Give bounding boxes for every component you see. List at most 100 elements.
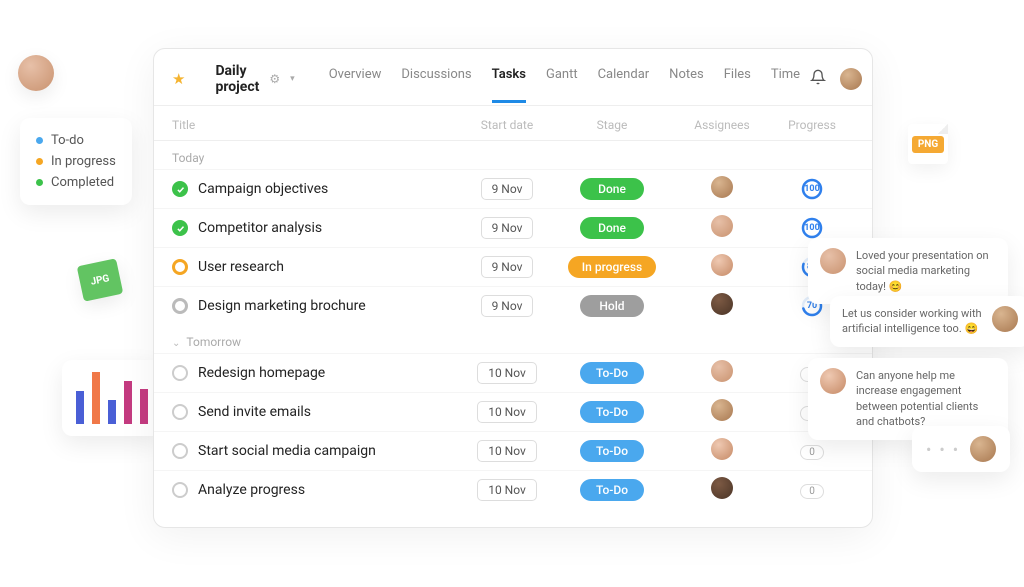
chart-bar xyxy=(108,400,116,424)
status-inprogress-icon[interactable] xyxy=(172,259,188,275)
task-title: Redesign homepage xyxy=(198,365,325,381)
assignee-avatar[interactable] xyxy=(711,176,733,198)
section-header[interactable]: Today xyxy=(154,141,872,169)
stage-badge[interactable]: Done xyxy=(580,178,644,200)
chevron-down-icon: ⌄ xyxy=(172,338,180,349)
section-label: Tomorrow xyxy=(186,335,241,349)
tab-files[interactable]: Files xyxy=(724,67,751,92)
comment-bubble[interactable]: Let us consider working with artificial … xyxy=(830,296,1024,347)
task-row[interactable]: Design marketing brochure9 NovHold70 xyxy=(154,286,872,325)
status-todo-icon[interactable] xyxy=(172,365,188,381)
progress-ring[interactable]: 100 xyxy=(801,178,823,200)
assignee-avatar[interactable] xyxy=(711,399,733,421)
progress-zero[interactable]: 0 xyxy=(800,445,824,460)
star-icon[interactable]: ★ xyxy=(172,70,185,88)
task-row[interactable]: Competitor analysis9 NovDone100 xyxy=(154,208,872,247)
tab-overview[interactable]: Overview xyxy=(329,67,382,92)
chart-bar xyxy=(124,381,132,424)
start-date-chip[interactable]: 9 Nov xyxy=(481,295,534,317)
bell-icon[interactable] xyxy=(810,69,826,89)
task-row[interactable]: Campaign objectives 9 Nov Done 100 xyxy=(154,169,872,208)
status-done-icon[interactable] xyxy=(172,181,188,197)
start-date-chip[interactable]: 9 Nov xyxy=(481,178,534,200)
assignee-avatar[interactable] xyxy=(711,360,733,382)
comment-text: Can anyone help me increase engagement b… xyxy=(856,368,996,430)
status-todo-icon[interactable] xyxy=(172,482,188,498)
chart-bar xyxy=(140,389,148,424)
task-row[interactable]: Redesign homepage10 NovTo-Do0 xyxy=(154,353,872,392)
stage-badge[interactable]: Done xyxy=(580,217,644,239)
task-title: Start social media campaign xyxy=(198,443,376,459)
tabs: OverviewDiscussionsTasksGanttCalendarNot… xyxy=(329,67,800,92)
task-title: Design marketing brochure xyxy=(198,298,366,314)
col-header-assignees[interactable]: Assignees xyxy=(672,118,772,132)
task-title: User research xyxy=(198,259,284,275)
typing-indicator-card: • • • xyxy=(912,426,1010,472)
chart-bar xyxy=(76,391,84,424)
assignee-avatar[interactable] xyxy=(711,254,733,276)
task-list: TodayCampaign objectives9 NovDone100Comp… xyxy=(154,141,872,509)
status-done-icon[interactable] xyxy=(172,220,188,236)
topbar: ★ Daily project ⚙ ▾ Overview Discussions T… xyxy=(154,49,872,106)
floating-user-avatar xyxy=(18,55,54,91)
jpg-file-chip: JPG xyxy=(77,258,124,302)
start-date-chip[interactable]: 10 Nov xyxy=(477,362,537,384)
task-title: Campaign objectives xyxy=(198,181,328,197)
start-date-chip[interactable]: 9 Nov xyxy=(481,256,534,278)
tab-notes[interactable]: Notes xyxy=(669,67,704,92)
start-date-chip[interactable]: 10 Nov xyxy=(477,440,537,462)
chevron-down-icon[interactable]: ▾ xyxy=(290,74,295,84)
task-title: Send invite emails xyxy=(198,404,311,420)
progress-zero[interactable]: 0 xyxy=(800,484,824,499)
status-hold-icon[interactable] xyxy=(172,298,188,314)
assignee-avatar[interactable] xyxy=(711,215,733,237)
png-file-chip: PNG xyxy=(908,124,948,164)
col-header-title[interactable]: Title xyxy=(172,118,462,132)
legend-dot-icon xyxy=(36,137,43,144)
task-row[interactable]: Send invite emails10 NovTo-Do0 xyxy=(154,392,872,431)
comment-text: Let us consider working with artificial … xyxy=(842,306,982,337)
task-row[interactable]: Start social media campaign 10 Nov To-Do 0 xyxy=(154,431,872,470)
legend-row: To-do xyxy=(36,130,116,151)
legend-label: In progress xyxy=(51,154,116,169)
tab-time[interactable]: Time xyxy=(771,67,800,92)
section-label: Today xyxy=(172,151,204,165)
tab-discussions[interactable]: Discussions xyxy=(401,67,471,92)
stage-badge[interactable]: To-Do xyxy=(580,362,644,384)
comment-avatar xyxy=(820,248,846,274)
legend-dot-icon xyxy=(36,179,43,186)
status-todo-icon[interactable] xyxy=(172,404,188,420)
assignee-avatar[interactable] xyxy=(711,293,733,315)
legend-dot-icon xyxy=(36,158,43,165)
project-title[interactable]: Daily project xyxy=(215,63,259,95)
tab-tasks[interactable]: Tasks xyxy=(492,67,526,103)
tab-calendar[interactable]: Calendar xyxy=(598,67,650,92)
task-row[interactable]: User research9 NovIn progress80 xyxy=(154,247,872,286)
column-headers: Title Start date Stage Assignees Progres… xyxy=(154,106,872,141)
col-header-stage[interactable]: Stage xyxy=(552,118,672,132)
progress-ring[interactable]: 100 xyxy=(801,217,823,239)
start-date-chip[interactable]: 10 Nov xyxy=(477,401,537,423)
gear-icon[interactable]: ⚙ xyxy=(269,72,280,86)
stage-badge[interactable]: To-Do xyxy=(580,440,644,462)
col-header-progress[interactable]: Progress xyxy=(772,118,852,132)
stage-badge[interactable]: Hold xyxy=(580,295,644,317)
comment-bubble[interactable]: Loved your presentation on social media … xyxy=(808,238,1008,304)
tab-gantt[interactable]: Gantt xyxy=(546,67,578,92)
stage-badge[interactable]: To-Do xyxy=(580,479,644,501)
section-header[interactable]: ⌄ Tomorrow xyxy=(154,325,872,353)
assignee-avatar[interactable] xyxy=(711,477,733,499)
status-todo-icon[interactable] xyxy=(172,443,188,459)
typing-avatar xyxy=(970,436,996,462)
col-header-start[interactable]: Start date xyxy=(462,118,552,132)
comment-avatar xyxy=(992,306,1018,332)
stage-badge[interactable]: To-Do xyxy=(580,401,644,423)
current-user-avatar[interactable] xyxy=(840,68,862,90)
start-date-chip[interactable]: 9 Nov xyxy=(481,217,534,239)
assignee-avatar[interactable] xyxy=(711,438,733,460)
start-date-chip[interactable]: 10 Nov xyxy=(477,479,537,501)
stage-badge[interactable]: In progress xyxy=(568,256,656,278)
legend-row: Completed xyxy=(36,172,116,193)
legend-row: In progress xyxy=(36,151,116,172)
task-row[interactable]: Analyze progress10 NovTo-Do0 xyxy=(154,470,872,509)
